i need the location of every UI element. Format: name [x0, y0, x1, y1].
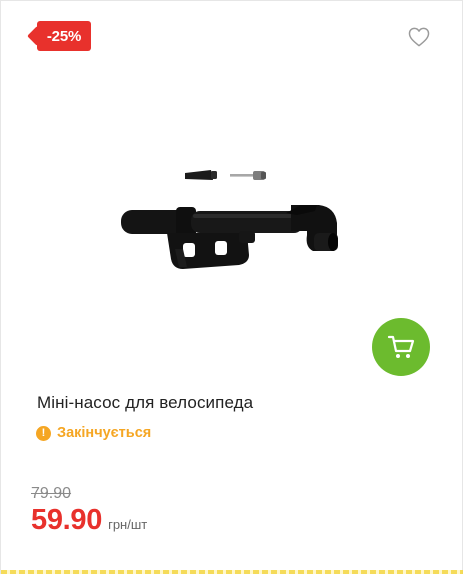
wishlist-button[interactable] — [406, 25, 432, 49]
stock-status-label: Закінчується — [57, 425, 152, 441]
pump-body — [121, 205, 338, 269]
heart-outline-icon — [408, 27, 430, 47]
discount-label: -25% — [46, 27, 82, 45]
stock-status: ! Закінчується — [36, 425, 151, 441]
nozzle-adapter — [185, 170, 217, 180]
shopping-cart-icon — [387, 335, 415, 358]
product-image[interactable] — [101, 151, 361, 281]
exclamation-circle-icon: ! — [36, 425, 51, 441]
add-to-cart-button[interactable] — [372, 318, 430, 376]
card-bottom-border — [1, 570, 463, 574]
product-title[interactable]: Міні-насос для велосипеда — [37, 393, 253, 413]
product-card[interactable]: -25% Міні-насос для велосипеда ! Закінчу… — [0, 0, 463, 574]
old-price: 79.90 — [31, 485, 72, 502]
needle-adapter — [230, 171, 266, 180]
price-unit: грн/шт — [108, 517, 148, 532]
price-row: 59.90 грн/шт — [31, 504, 147, 537]
current-price: 59.90 — [31, 504, 103, 536]
discount-badge: -25% — [37, 21, 91, 51]
